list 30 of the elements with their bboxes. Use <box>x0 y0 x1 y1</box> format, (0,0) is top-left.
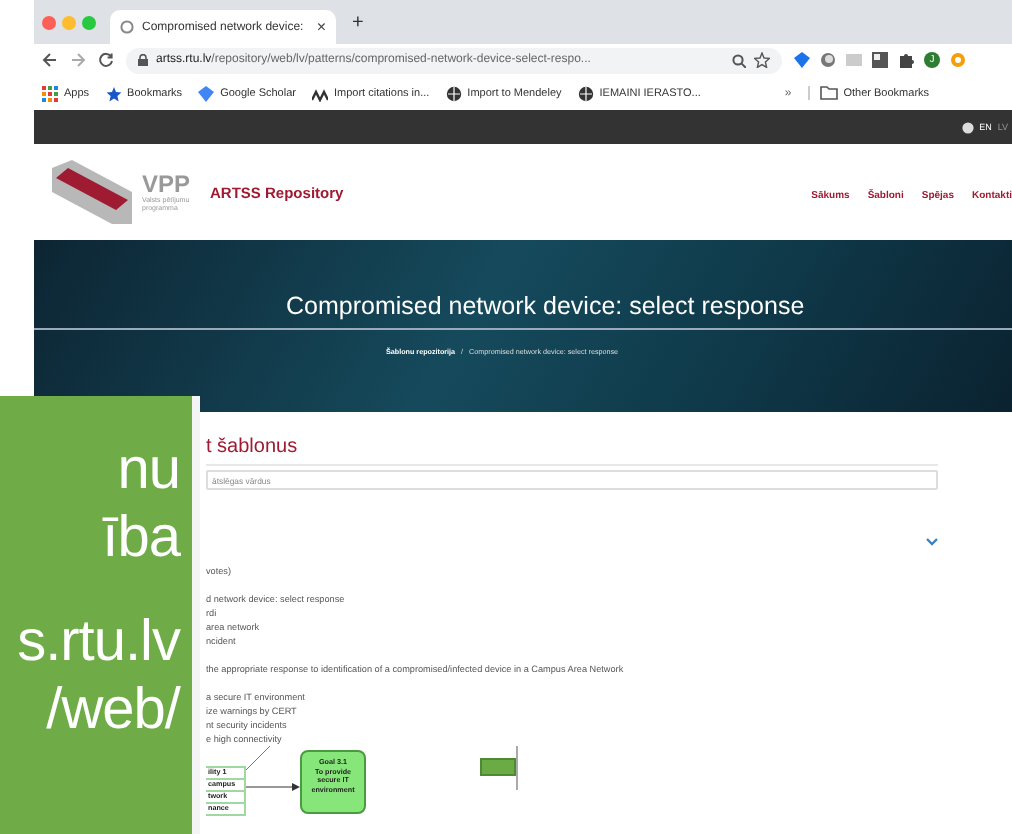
leader-line <box>246 746 270 770</box>
slide-text: s.rtu.lv <box>17 608 180 676</box>
close-tab-button[interactable]: × <box>316 18 326 36</box>
slide-text: /web/ <box>46 676 180 744</box>
folder-icon <box>819 86 838 100</box>
grid-extension-icon[interactable] <box>872 52 888 68</box>
connector-arrow <box>246 782 300 792</box>
logo-text: VPP <box>142 173 191 195</box>
zoom-icon[interactable] <box>732 53 746 67</box>
chevron-down-icon[interactable] <box>926 538 938 546</box>
diamond-icon <box>198 85 215 101</box>
slide-text: nu <box>117 436 180 504</box>
reload-icon[interactable] <box>98 52 114 68</box>
diagram-node <box>480 758 516 776</box>
lock-icon <box>138 54 148 66</box>
logo-mark-icon <box>48 160 136 224</box>
back-icon[interactable] <box>42 52 58 68</box>
page-title: Compromised network device: select response <box>286 292 807 320</box>
star-icon[interactable] <box>754 52 770 68</box>
puzzle-icon[interactable] <box>898 52 914 68</box>
close-window-icon[interactable] <box>42 15 56 29</box>
apps-grid-icon <box>42 85 58 101</box>
diamond-extension-icon[interactable] <box>794 52 810 68</box>
star-icon <box>105 85 122 101</box>
circle-extension-icon[interactable] <box>820 52 836 68</box>
slide-text: ība <box>102 504 180 572</box>
forward-icon[interactable] <box>70 52 86 68</box>
new-tab-button[interactable]: + <box>336 11 380 33</box>
section-heading: t šablonus <box>206 436 300 458</box>
loading-circle-icon <box>120 20 134 34</box>
